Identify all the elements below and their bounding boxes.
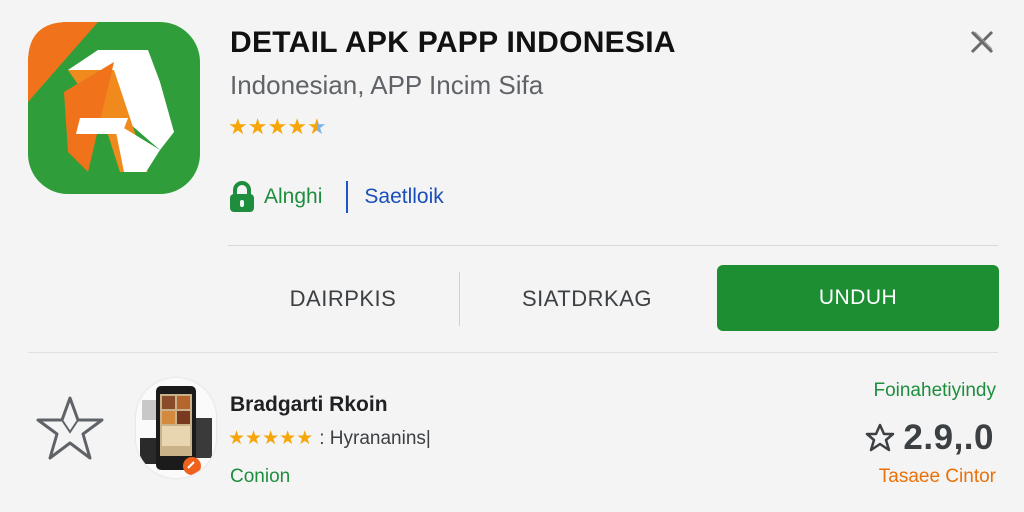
- star-outline-icon: [866, 423, 895, 452]
- star-icon: ★: [262, 428, 280, 449]
- close-button[interactable]: [964, 24, 1000, 60]
- meta-separator: [346, 181, 349, 213]
- tertiary-action-button[interactable]: SIATDRKAG: [462, 268, 712, 330]
- app-title: DETAIL APK PAPP INDONESIA: [230, 26, 676, 59]
- download-button[interactable]: UNDUH: [717, 265, 999, 331]
- lock-icon: [230, 181, 254, 212]
- close-icon: [970, 30, 994, 54]
- divider: [28, 352, 998, 353]
- item-score: 2.9,.0: [865, 418, 994, 458]
- item-rating: ★ ★ ★ ★ ★ : Hyrananins|: [228, 427, 431, 451]
- item-reviews: : Hyrananins|: [319, 428, 431, 449]
- item-side-label: Foinahetiyindy: [873, 380, 996, 401]
- app-subtitle: Indonesian, APP Incim Sifa: [230, 70, 544, 100]
- meta-left-label: Alnghi: [264, 185, 323, 208]
- app-logo-icon: [28, 22, 200, 194]
- star-icon: ★: [287, 114, 307, 139]
- star-icon: ★: [267, 114, 288, 139]
- meta-row: Alnghi Saetlloik: [228, 180, 444, 214]
- star-icon: ★: [228, 114, 248, 139]
- item-title[interactable]: Bradgarti Rkoin: [230, 393, 388, 417]
- star-icon: ★: [245, 428, 263, 449]
- item-score-value: 2.9,.0: [903, 418, 994, 457]
- app-rating: ★ ★ ★ ★ ★: [228, 114, 327, 140]
- secondary-action-button[interactable]: DAIRPKIS: [228, 268, 458, 330]
- half-star-icon: ★: [306, 114, 327, 139]
- meta-right-link[interactable]: Saetlloik: [364, 185, 443, 209]
- star-icon: ★: [279, 428, 297, 449]
- item-side-sub: Tasaee Cintor: [878, 466, 996, 487]
- star-outline-icon: [36, 396, 104, 460]
- button-divider: [459, 272, 460, 326]
- divider: [228, 245, 998, 246]
- star-icon: ★: [296, 428, 314, 449]
- favorite-button[interactable]: [32, 392, 108, 464]
- item-tag: Conion: [230, 466, 291, 487]
- star-icon: ★: [228, 428, 246, 449]
- star-icon: ★: [247, 114, 268, 139]
- item-thumbnail[interactable]: [136, 378, 216, 478]
